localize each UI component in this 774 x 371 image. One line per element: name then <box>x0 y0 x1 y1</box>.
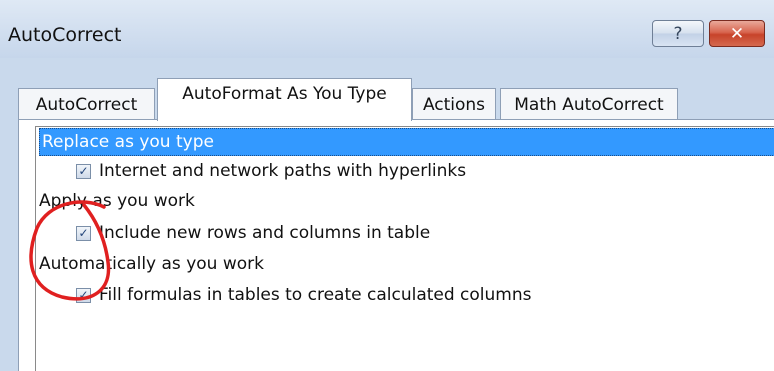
list-item-fill-formulas[interactable]: ✓ Fill formulas in tables to create calc… <box>76 281 532 309</box>
section-header-label: Automatically as you work <box>39 254 264 274</box>
list-item-label: Internet and network paths with hyperlin… <box>99 161 467 181</box>
list-item-label: Fill formulas in tables to create calcul… <box>99 285 532 305</box>
checkbox-fill-formulas[interactable]: ✓ <box>76 287 91 303</box>
section-header-label: Apply as you work <box>39 191 195 211</box>
checkmark-icon: ✓ <box>78 164 89 178</box>
title-bar[interactable]: AutoCorrect ? ✕ <box>0 0 774 58</box>
section-header-apply-as-you-work[interactable]: Apply as you work <box>39 187 195 215</box>
section-header-label: Replace as you type <box>42 132 214 152</box>
help-icon: ? <box>673 23 683 44</box>
autocorrect-dialog: AutoCorrect ? ✕ AutoCorrect AutoFormat A… <box>0 0 774 371</box>
close-icon: ✕ <box>729 23 745 44</box>
tab-autocorrect[interactable]: AutoCorrect <box>18 88 155 120</box>
checkbox-hyperlinks[interactable]: ✓ <box>76 163 91 179</box>
list-item-hyperlinks[interactable]: ✓ Internet and network paths with hyperl… <box>76 157 466 185</box>
help-button[interactable]: ? <box>652 20 704 47</box>
close-button[interactable]: ✕ <box>709 20 765 47</box>
dialog-title: AutoCorrect <box>8 24 122 46</box>
checkbox-include-rows-columns[interactable]: ✓ <box>76 225 91 241</box>
section-header-automatically-as-you-work[interactable]: Automatically as you work <box>39 250 264 278</box>
tab-actions[interactable]: Actions <box>412 88 496 120</box>
tab-autoformat-as-you-type[interactable]: AutoFormat As You Type <box>157 78 412 121</box>
list-item-label: Include new rows and columns in table <box>99 223 431 243</box>
list-item-include-rows-columns[interactable]: ✓ Include new rows and columns in table <box>76 219 430 247</box>
checkmark-icon: ✓ <box>78 226 89 240</box>
tab-math-autocorrect[interactable]: Math AutoCorrect <box>500 88 678 120</box>
checkmark-icon: ✓ <box>78 288 89 302</box>
options-list[interactable]: Replace as you type ✓ Internet and netwo… <box>35 126 774 371</box>
section-header-replace-as-you-type[interactable]: Replace as you type <box>39 128 774 156</box>
